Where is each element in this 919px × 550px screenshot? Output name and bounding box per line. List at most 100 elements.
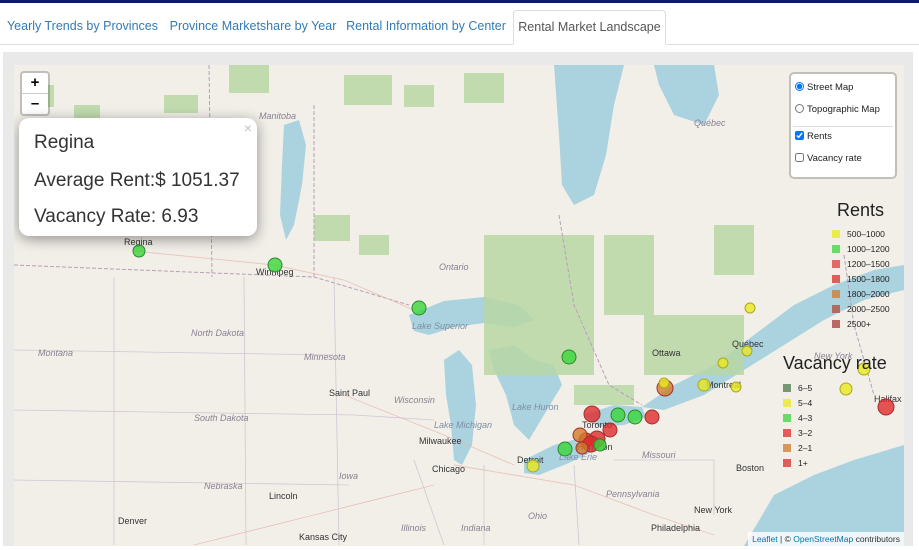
rents-legend-item: 1200–1500 [832,259,890,269]
label-region: Wisconsin [394,395,435,405]
label-city: Saint Paul [329,388,371,398]
vacancy-legend-label: 1+ [798,458,808,468]
vacancy-legend-swatch [783,414,791,422]
vacancy-legend-title: Vacancy rate [783,353,887,373]
label-city: Detroit [517,455,544,465]
zoom-out-button[interactable]: – [22,94,48,114]
map-attribution: Leaflet | © OpenStreetMap contributors [748,532,904,546]
label-city: Lincoln [269,491,298,501]
topographic-map-label: Topographic Map [807,104,880,115]
label-city: Boston [736,463,765,473]
label-region: Montana [38,348,74,358]
vacancy-legend-label: 5–4 [798,398,813,408]
vacancy-rate-label: Vacancy rate [807,153,862,164]
street-map-radio[interactable] [795,82,804,91]
vacancy-legend-label: 3–2 [798,428,813,438]
tab-bar: Yearly Trends by Provinces Province Mark… [0,3,919,45]
rents-legend-swatch [832,290,840,298]
vacancy-legend-item: 4–3 [783,413,812,423]
label-city: Milwaukee [419,436,462,446]
tab-rental-market-landscape[interactable]: Rental Market Landscape [513,10,666,45]
layer-option-vacancy-rate[interactable]: Vacancy rate [795,151,862,167]
label-region: Nebraska [204,481,243,491]
rents-legend-label: 1500–1800 [847,274,890,284]
label-city: Regina [124,237,153,247]
vacancy-legend-item: 6–5 [783,383,812,393]
rents-legend-label: 2500+ [847,319,871,329]
tab-province-marketshare[interactable]: Province Marketshare by Year [168,10,338,43]
label-water: Lake Huron [512,402,559,412]
rents-legend-swatch [832,230,840,238]
vacancy-legend-item: 2–1 [783,443,812,453]
rents-legend-item: 1500–1800 [832,274,890,284]
rents-label: Rents [807,131,832,142]
rents-legend-label: 1200–1500 [847,259,890,269]
rents-legend-item: 1800–2000 [832,289,890,299]
label-water: Lake Erie [559,452,598,462]
zoom-in-button[interactable]: + [22,73,48,94]
rents-legend-item: 1000–1200 [832,244,890,254]
vacancy-legend-item: 3–2 [783,428,812,438]
label-region: Missouri [642,450,676,460]
popup-average-rent: Average Rent:$ 1051.37 [34,170,240,191]
map-canvas[interactable]: Manitoba Ontario Québec North Dakota Sou… [14,65,904,546]
vacancy-legend-label: 4–3 [798,413,813,423]
label-region: Ohio [528,511,548,521]
label-city: Toronto [582,420,613,430]
openstreetmap-link[interactable]: OpenStreetMap [793,534,853,544]
rents-legend-label: 500–1000 [847,229,885,239]
attribution-suffix: contributors [853,534,900,544]
layer-option-topographic-map[interactable]: Topographic Map [795,102,880,118]
label-region: Québec [694,118,726,128]
label-region: Minnesota [304,352,346,362]
label-city: Montreal [706,380,742,390]
layers-control: Street Map Topographic Map Rents Vacancy… [789,72,897,179]
label-city: Québec [732,339,764,349]
rents-legend-item: 2000–2500 [832,304,890,314]
topographic-map-radio[interactable] [795,104,804,113]
tab-rental-information[interactable]: Rental Information by Center [345,10,507,43]
popup-title: Regina [34,132,95,153]
rents-legend-swatch [832,275,840,283]
zoom-control: + – [20,71,50,116]
label-region: Manitoba [259,111,297,121]
label-city: Chicago [432,464,466,474]
rents-legend-swatch [832,320,840,328]
popup-close-button[interactable]: × [244,120,252,136]
tab-yearly-trends[interactable]: Yearly Trends by Provinces [5,10,160,43]
label-region: South Dakota [194,413,249,423]
label-city: New York [694,505,733,515]
label-city: Ottawa [652,348,681,358]
leaflet-link[interactable]: Leaflet [752,534,778,544]
layer-option-street-map[interactable]: Street Map [795,80,853,96]
label-region: North Dakota [191,328,245,338]
rents-checkbox[interactable] [795,131,804,140]
rents-legend-title: Rents [837,200,885,220]
vacancy-legend-swatch [783,459,791,467]
label-city: Denver [118,516,148,526]
vacancy-rate-checkbox[interactable] [795,153,804,162]
layers-divider [793,126,893,127]
rents-legend-label: 2000–2500 [847,304,890,314]
map-panel: Manitoba Ontario Québec North Dakota Sou… [3,52,913,546]
layer-option-rents[interactable]: Rents [795,129,832,145]
rents-legend-swatch [832,260,840,268]
vacancy-legend-swatch [783,444,791,452]
label-region: Pennsylvania [606,489,660,499]
vacancy-legend-swatch [783,429,791,437]
popup-vacancy-rate: Vacancy Rate: 6.93 [34,206,199,227]
label-city: Hamilton [577,442,613,452]
label-region: Illinois [401,523,427,533]
label-region: Indiana [461,523,491,533]
vacancy-legend-label: 2–1 [798,443,813,453]
rents-legend-label: 1800–2000 [847,289,890,299]
rents-legend-item: 2500+ [832,319,871,329]
marker-popup: × Regina Average Rent:$ 1051.37 Vacancy … [19,118,257,236]
vacancy-legend-item: 1+ [783,458,808,468]
vacancy-legend-swatch [783,399,791,407]
attribution-separator: | © [777,534,794,544]
rents-legend-label: 1000–1200 [847,244,890,254]
label-water: Lake Michigan [434,420,493,430]
label-city: Winnipeg [256,267,294,277]
rents-legend-swatch [832,245,840,253]
